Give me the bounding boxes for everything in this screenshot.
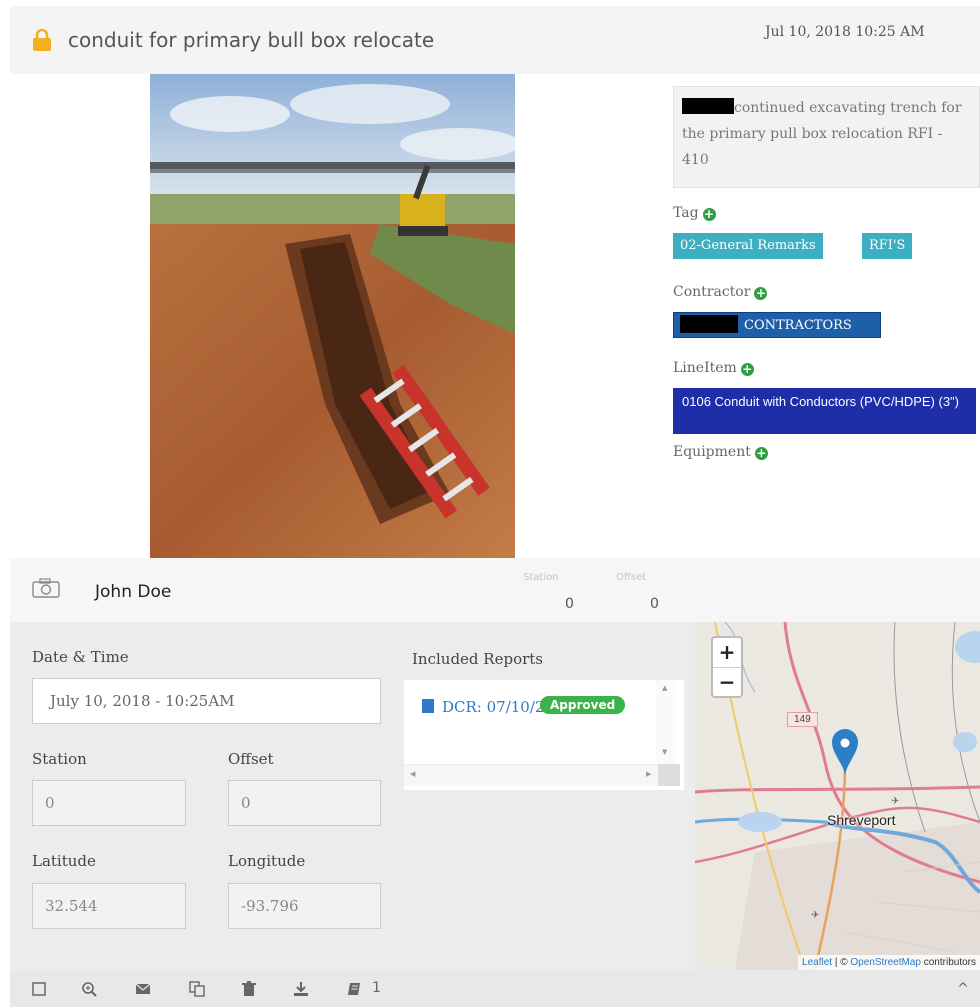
zoom-out-button[interactable]: − bbox=[713, 667, 741, 696]
download-icon[interactable] bbox=[292, 980, 310, 998]
osm-link[interactable]: OpenStreetMap bbox=[850, 957, 921, 968]
latitude-label: Latitude bbox=[32, 852, 96, 870]
site-photo[interactable] bbox=[150, 74, 515, 558]
tag-chip-general-remarks[interactable]: 02-General Remarks bbox=[673, 233, 823, 259]
offset-mini-label: Offset bbox=[616, 572, 647, 583]
map-zoom-control: + − bbox=[711, 636, 743, 698]
included-reports-list: DCR: 07/10/2018 Approved ▲ ▼ ◀ ▶ bbox=[404, 680, 684, 790]
scroll-corner bbox=[658, 764, 680, 786]
attrib-rest: contributors bbox=[923, 957, 976, 968]
zoom-in-button[interactable]: + bbox=[713, 638, 741, 667]
scroll-right-icon[interactable]: ▶ bbox=[646, 770, 651, 778]
add-equipment-icon[interactable]: + bbox=[754, 447, 768, 460]
station-input[interactable]: 0 bbox=[32, 780, 186, 826]
lineitem-chip[interactable]: 0106 Conduit with Conductors (PVC/HDPE) … bbox=[673, 388, 976, 434]
report-doc-icon bbox=[422, 699, 434, 713]
datetime-input[interactable]: July 10, 2018 - 10:25AM bbox=[32, 678, 381, 724]
collapse-chevron-icon[interactable]: ^ bbox=[954, 980, 972, 998]
contractor-value: CONTRACTORS bbox=[744, 318, 852, 333]
lock-icon bbox=[33, 28, 51, 51]
scroll-up-icon[interactable]: ▲ bbox=[662, 684, 667, 692]
camera-icon bbox=[32, 578, 60, 598]
photo-action-toolbar: 1 ^ bbox=[10, 970, 980, 1007]
photo-header: conduit for primary bull box relocate Ju… bbox=[10, 6, 980, 74]
email-icon[interactable] bbox=[134, 980, 152, 998]
lineitem-label: LineItem bbox=[673, 360, 737, 376]
offset-mini-value: 0 bbox=[650, 596, 659, 612]
select-checkbox-icon[interactable] bbox=[30, 980, 48, 998]
add-contractor-icon[interactable]: + bbox=[754, 287, 768, 300]
redacted-contractor bbox=[680, 315, 738, 333]
lineitem-section-label: LineItem + bbox=[673, 360, 754, 376]
photo-info-bar: John Doe Station 0 Offset 0 bbox=[10, 558, 980, 622]
longitude-input[interactable]: -93.796 bbox=[228, 883, 381, 929]
contractor-chip[interactable]: CONTRACTORS bbox=[673, 312, 881, 338]
contractor-label: Contractor bbox=[673, 284, 751, 300]
included-reports-label: Included Reports bbox=[412, 650, 543, 668]
reports-count: 1 bbox=[372, 980, 381, 996]
svg-text:✈: ✈ bbox=[811, 910, 819, 921]
site-photo-image bbox=[150, 74, 515, 558]
add-lineitem-icon[interactable]: + bbox=[740, 363, 754, 376]
reports-horizontal-scrollbar[interactable]: ◀ ▶ bbox=[404, 764, 658, 786]
station-label: Station bbox=[32, 750, 87, 768]
latitude-input[interactable]: 32.544 bbox=[32, 883, 186, 929]
scroll-down-icon[interactable]: ▼ bbox=[662, 748, 667, 756]
tag-label: Tag bbox=[673, 205, 699, 221]
equipment-section-label: Equipment + bbox=[673, 444, 768, 460]
copy-icon[interactable] bbox=[188, 980, 206, 998]
photo-timestamp: Jul 10, 2018 10:25 AM bbox=[765, 24, 925, 40]
station-mini-label: Station bbox=[523, 572, 559, 583]
zoom-search-icon[interactable] bbox=[80, 980, 98, 998]
page-title: conduit for primary bull box relocate bbox=[68, 28, 435, 52]
longitude-label: Longitude bbox=[228, 852, 306, 870]
station-mini-value: 0 bbox=[565, 596, 574, 612]
map-attribution: Leaflet | © OpenStreetMap contributors bbox=[798, 955, 980, 970]
report-status-badge: Approved bbox=[540, 696, 626, 714]
leaflet-link[interactable]: Leaflet bbox=[802, 957, 832, 968]
photo-description: continued excavating trench for the prim… bbox=[673, 86, 980, 188]
svg-text:✈: ✈ bbox=[891, 796, 899, 807]
contractor-section-label: Contractor + bbox=[673, 284, 768, 300]
photographer-name: John Doe bbox=[95, 582, 172, 602]
location-map[interactable]: ✈ ✈ 149 Shreveport + − Leaflet | © OpenS… bbox=[695, 622, 980, 970]
tag-chip-rfis[interactable]: RFI'S bbox=[862, 233, 913, 259]
redacted-name bbox=[682, 98, 734, 114]
offset-input[interactable]: 0 bbox=[228, 780, 381, 826]
reports-icon[interactable] bbox=[346, 980, 364, 998]
equipment-label: Equipment bbox=[673, 444, 751, 460]
tag-section-label: Tag + bbox=[673, 205, 716, 221]
report-item: DCR: 07/10/2018 Approved bbox=[404, 680, 650, 764]
scroll-left-icon[interactable]: ◀ bbox=[410, 770, 415, 778]
reports-vertical-scrollbar[interactable]: ▲ ▼ bbox=[656, 680, 676, 764]
offset-label: Offset bbox=[228, 750, 274, 768]
datetime-label: Date & Time bbox=[32, 648, 129, 666]
trash-icon[interactable] bbox=[240, 980, 258, 998]
highway-shield: 149 bbox=[787, 712, 818, 727]
map-city-label: Shreveport bbox=[827, 812, 896, 828]
add-tag-icon[interactable]: + bbox=[702, 208, 716, 221]
